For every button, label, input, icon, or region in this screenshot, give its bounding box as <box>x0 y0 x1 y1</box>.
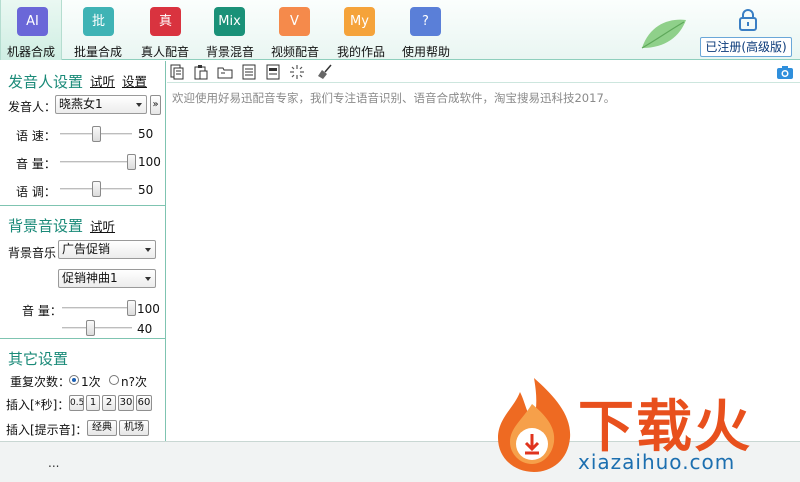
insert-1-sec-button[interactable]: 1 <box>86 395 100 411</box>
other-settings-title: 其它设置 <box>8 350 69 368</box>
tool-label: 使用帮助 <box>401 45 450 59</box>
bgm-track-select[interactable]: 促销神曲1 <box>58 269 156 288</box>
speaker-select-value: 晓燕女1 <box>59 97 103 111</box>
human-voice-icon: 真 <box>150 7 181 36</box>
pitch-label: 语 调： <box>16 185 56 199</box>
bgm-volume-slider[interactable] <box>62 300 136 316</box>
tool-video-dubbing[interactable]: V 视频配音 <box>264 0 326 60</box>
speed-value: 50 <box>138 127 154 141</box>
bgm-volume2-slider[interactable] <box>62 320 132 336</box>
my-works-icon: My <box>344 7 375 36</box>
section-divider <box>0 205 165 206</box>
broom-icon[interactable] <box>317 64 333 80</box>
text-editor[interactable]: 欢迎使用好易迅配音专家，我们专注语音识别、语音合成软件，淘宝搜易迅科技2017。 <box>167 84 800 441</box>
speaker-select[interactable]: 晓燕女1 <box>55 95 147 114</box>
speed-slider[interactable] <box>60 126 132 142</box>
slider-thumb[interactable] <box>92 181 101 197</box>
section-divider <box>0 338 165 339</box>
main-toolbar: AI 机器合成 批 批量合成 真 真人配音 Mix 背景混音 V 视频配音 My… <box>0 0 800 60</box>
bgm-music-label: 背景音乐 <box>8 246 57 260</box>
document-icon[interactable] <box>265 64 281 80</box>
open-folder-icon[interactable] <box>217 64 233 80</box>
tool-my-works[interactable]: My 我的作品 <box>330 0 392 60</box>
pitch-slider[interactable] <box>60 181 132 197</box>
insert-30-sec-button[interactable]: 30 <box>118 395 134 411</box>
tone-airport-button[interactable]: 机场 <box>119 420 149 436</box>
tool-batch-synthesis[interactable]: 批 批量合成 <box>66 0 130 60</box>
bgm-track-value: 促销神曲1 <box>62 271 118 285</box>
sparkle-icon[interactable] <box>289 64 305 80</box>
lock-icon[interactable] <box>738 8 758 32</box>
leaf-icon <box>641 19 686 49</box>
slider-track <box>62 307 136 309</box>
editor-placeholder-text: 欢迎使用好易迅配音专家，我们专注语音识别、语音合成软件，淘宝搜易迅科技2017。 <box>172 91 616 105</box>
status-bar: ... <box>0 441 800 482</box>
insert-60-sec-button[interactable]: 60 <box>136 395 152 411</box>
new-document-icon[interactable] <box>169 64 185 80</box>
voice-settings-link[interactable]: 设置 <box>122 71 147 90</box>
tool-label: 视频配音 <box>270 45 319 59</box>
help-icon: ? <box>410 7 441 36</box>
voice-volume-label: 音 量： <box>16 157 56 171</box>
tool-background-mix[interactable]: Mix 背景混音 <box>199 0 261 60</box>
bgm-volume2-value: 40 <box>137 322 153 336</box>
bgm-category-value: 广告促销 <box>62 242 111 256</box>
tool-label: 批量合成 <box>73 45 122 59</box>
bgm-category-select[interactable]: 广告促销 <box>58 240 156 259</box>
tool-label: 我的作品 <box>336 45 385 59</box>
tool-label: 机器合成 <box>6 45 55 59</box>
ai-icon: AI <box>17 7 48 36</box>
repeat-n-radio[interactable] <box>109 375 119 385</box>
insert-2-sec-button[interactable]: 2 <box>102 395 116 411</box>
bgm-volume-value: 100 <box>137 302 160 316</box>
tool-help[interactable]: ? 使用帮助 <box>395 0 457 60</box>
video-icon: V <box>279 7 310 36</box>
pitch-value: 50 <box>138 183 154 197</box>
repeat-label: 重复次数： <box>10 375 71 389</box>
slider-thumb[interactable] <box>127 154 136 170</box>
chevron-down-icon <box>145 277 151 281</box>
bgm-preview-link[interactable]: 试听 <box>90 216 115 235</box>
voice-volume-slider[interactable] <box>60 154 136 170</box>
slider-track <box>60 161 136 163</box>
tone-classic-button[interactable]: 经典 <box>87 420 117 436</box>
insert-seconds-label: 插入[*秒]： <box>6 398 70 412</box>
voice-preview-link[interactable]: 试听 <box>90 71 115 90</box>
bgm-settings-title: 背景音设置 <box>8 217 84 235</box>
batch-icon: 批 <box>83 7 114 36</box>
repeat-n-label: n?次 <box>121 375 147 389</box>
editor-toolbar <box>167 61 800 83</box>
settings-panel: 发音人设置 试听 设置 发音人： 晓燕女1 » 语 速： 50 音 量： 100… <box>0 61 166 441</box>
slider-track <box>62 327 132 329</box>
camera-icon[interactable] <box>776 64 794 80</box>
repeat-once-radio[interactable] <box>69 375 79 385</box>
speaker-next-button[interactable]: » <box>150 95 161 115</box>
bgm-volume-label: 音 量： <box>22 304 62 318</box>
slider-thumb[interactable] <box>86 320 95 336</box>
status-dots: ... <box>48 456 60 470</box>
tool-label: 真人配音 <box>140 45 189 59</box>
paste-icon[interactable] <box>193 64 209 80</box>
chevron-down-icon <box>136 103 142 107</box>
tool-machine-synthesis[interactable]: AI 机器合成 <box>0 0 62 60</box>
speed-label: 语 速： <box>16 129 56 143</box>
repeat-once-label: 1次 <box>81 375 101 389</box>
tool-label: 背景混音 <box>205 45 254 59</box>
registered-button[interactable]: 已注册(高级版) <box>700 37 792 57</box>
insert-tone-label: 插入[提示音]： <box>6 423 88 437</box>
slider-thumb[interactable] <box>127 300 136 316</box>
chevron-down-icon <box>145 248 151 252</box>
voice-volume-value: 100 <box>138 155 161 169</box>
mix-icon: Mix <box>214 7 245 36</box>
insert-0-5-sec-button[interactable]: 0.5 <box>69 395 84 411</box>
text-file-icon[interactable] <box>241 64 257 80</box>
slider-thumb[interactable] <box>92 126 101 142</box>
voice-settings-title: 发音人设置 <box>8 73 84 91</box>
speaker-label: 发音人： <box>8 100 57 114</box>
tool-human-voice[interactable]: 真 真人配音 <box>134 0 196 60</box>
